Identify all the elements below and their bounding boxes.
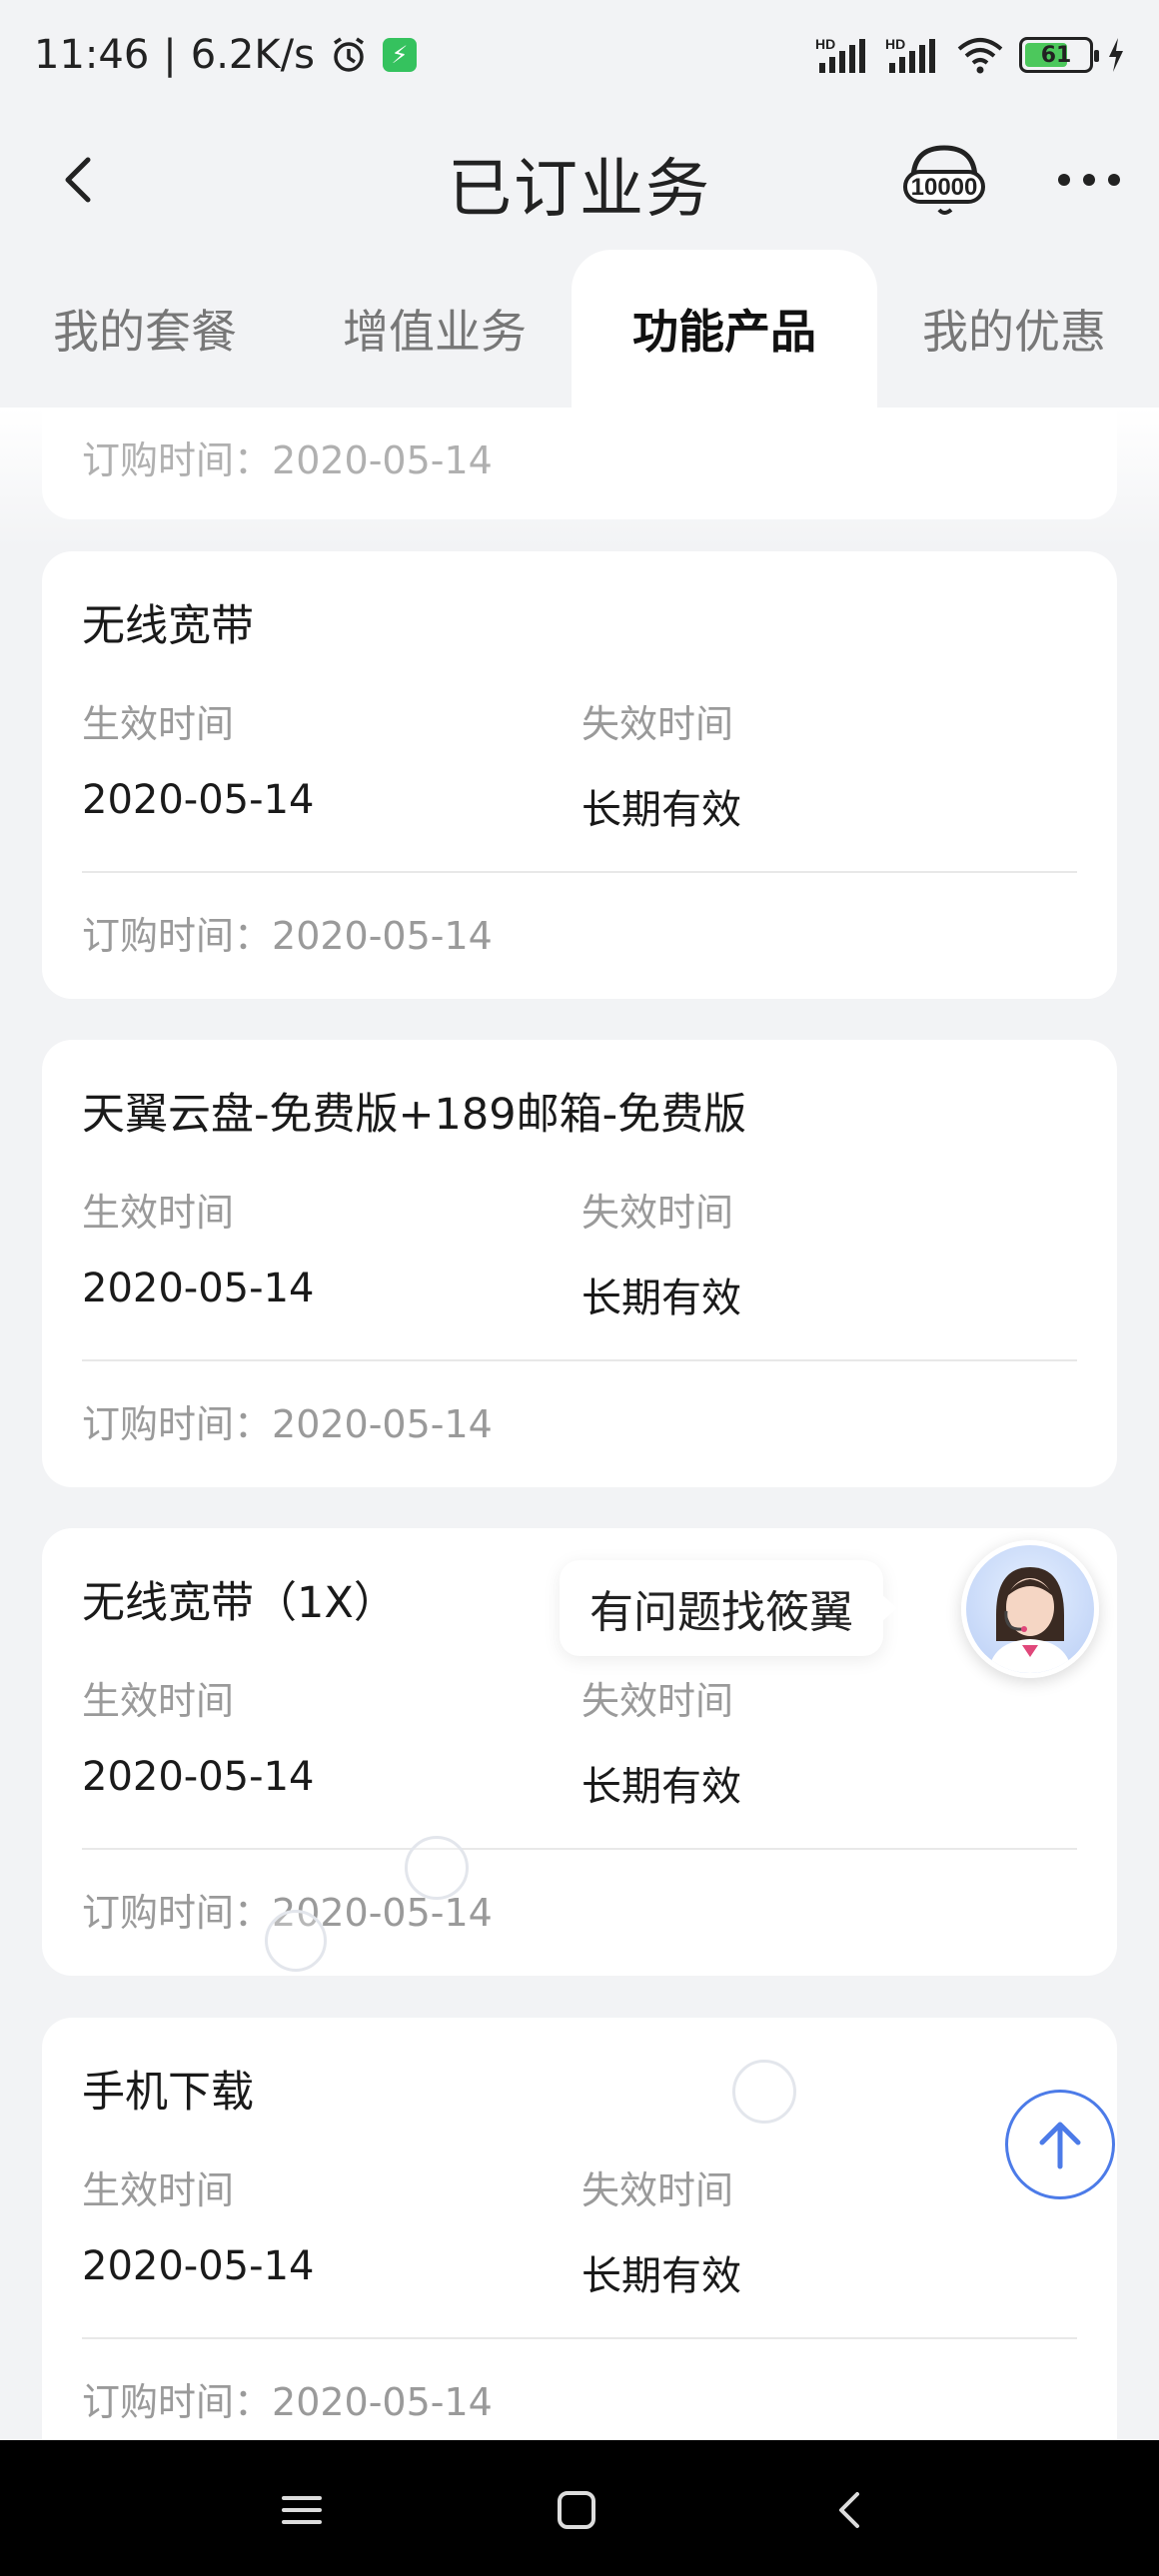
status-bar: 11:46 | 6.2K/s ⚡ HD HD 61 [0,0,1159,110]
product-card: 天翼云盘-免费版+189邮箱-免费版 生效时间 失效时间 2020-05-14 … [42,1040,1117,1487]
product-list: 订购时间：2020-05-14 无线宽带 生效时间 失效时间 2020-05-1… [0,408,1159,2440]
order-time-label: 订购时间： [82,1402,273,1446]
menu-icon [282,2496,322,2524]
home-button[interactable] [547,2480,606,2540]
effective-time-label: 生效时间 [82,2168,235,2212]
product-name: 天翼云盘-免费版+189邮箱-免费版 [82,1090,747,1140]
wifi-icon [955,35,1005,75]
arrow-up-icon [1039,2122,1081,2169]
product-name: 无线宽带 [82,601,254,651]
order-time-value: 2020-05-14 [272,1402,493,1446]
product-card: 手机下载 生效时间 失效时间 2020-05-14 长期有效 订购时间：2020… [42,2018,1117,2440]
scroll-to-top-button[interactable] [1005,2090,1115,2199]
status-separator: | [163,32,177,78]
effective-time-value: 2020-05-14 [82,2243,315,2289]
status-net-speed: 6.2K/s [190,32,315,78]
touch-indicator [265,1910,327,1972]
battery-icon: 61 [1019,37,1099,73]
customer-service-hotline-button[interactable]: 10000 [899,140,989,220]
card-divider [82,2337,1077,2339]
touch-indicator [732,2060,796,2124]
expiry-time-label: 失效时间 [581,2168,734,2212]
charging-bolt-icon [1107,38,1125,72]
status-time: 11:46 [34,32,150,78]
card-divider [82,871,1077,873]
expiry-time-value: 长期有效 [581,1276,741,1321]
expiry-time-value: 长期有效 [581,2253,741,2299]
status-left: 11:46 | 6.2K/s ⚡ [34,32,417,78]
card-divider [82,1359,1077,1361]
effective-time-label: 生效时间 [82,702,235,746]
expiry-time-label: 失效时间 [581,1679,734,1723]
more-dots-icon [1058,174,1120,186]
tab-value-added[interactable]: 增值业务 [290,250,580,408]
effective-time-label: 生效时间 [82,1191,235,1235]
chevron-left-icon [839,2492,859,2528]
more-options-button[interactable] [1054,168,1124,192]
assistant-prompt-bubble[interactable]: 有问题找筱翼 [560,1560,897,1656]
system-back-button[interactable] [821,2480,881,2540]
battery-level: 61 [1040,42,1072,68]
signal-hd-label-2: HD [885,36,905,52]
tab-function-products[interactable]: 功能产品 [572,250,877,408]
hotline-label: 10000 [911,174,978,201]
order-time: 订购时间：2020-05-14 [82,905,493,960]
order-time-label: 订购时间： [82,1891,273,1935]
expiry-time-label: 失效时间 [581,702,734,746]
recent-apps-button[interactable] [272,2480,332,2540]
order-time-value: 2020-05-14 [272,2380,493,2424]
tab-my-package[interactable]: 我的套餐 [0,250,290,408]
order-time-label: 订购时间： [82,914,273,958]
assistant-avatar-icon [988,1567,1072,1673]
system-navigation-bar [0,2440,1159,2576]
effective-time-value: 2020-05-14 [82,777,315,823]
assistant-prompt-text: 有问题找筱翼 [589,1587,853,1638]
expiry-time-value: 长期有效 [581,787,741,833]
home-square-icon [558,2491,595,2529]
header-bar: 已订业务 10000 [0,110,1159,250]
expiry-time-label: 失效时间 [581,1191,734,1235]
order-time-label: 订购时间： [82,2380,273,2424]
product-card-partial: 订购时间：2020-05-14 [42,408,1117,519]
order-time: 订购时间：2020-05-14 [82,429,493,484]
effective-time-value: 2020-05-14 [82,1754,315,1800]
card-divider [82,1848,1077,1850]
status-right: HD HD 61 [815,35,1125,75]
order-time-value: 2020-05-14 [272,914,493,958]
assistant-avatar-button[interactable] [961,1540,1099,1678]
order-time: 订购时间：2020-05-14 [82,1393,493,1448]
alarm-icon [329,35,369,75]
headset-hotline-icon: 10000 [903,145,985,215]
signal-hd-label-1: HD [815,36,835,52]
effective-time-label: 生效时间 [82,1679,235,1723]
order-time-label: 订购时间： [82,438,273,482]
order-time-value: 2020-05-14 [272,438,493,482]
charging-notification-icon: ⚡ [382,38,417,72]
order-time: 订购时间：2020-05-14 [82,2371,493,2426]
expiry-time-value: 长期有效 [581,1764,741,1810]
effective-time-value: 2020-05-14 [82,1266,315,1311]
touch-indicator [405,1836,469,1900]
product-name: 无线宽带（1X） [82,1578,397,1628]
signal-icon-2: HD [885,35,941,75]
signal-icon-1: HD [815,35,871,75]
product-card: 无线宽带 生效时间 失效时间 2020-05-14 长期有效 订购时间：2020… [42,551,1117,999]
tab-bar: 我的套餐 增值业务 功能产品 我的优惠 [0,250,1159,408]
tab-my-offers[interactable]: 我的优惠 [869,250,1159,408]
product-name: 手机下载 [82,2068,254,2118]
